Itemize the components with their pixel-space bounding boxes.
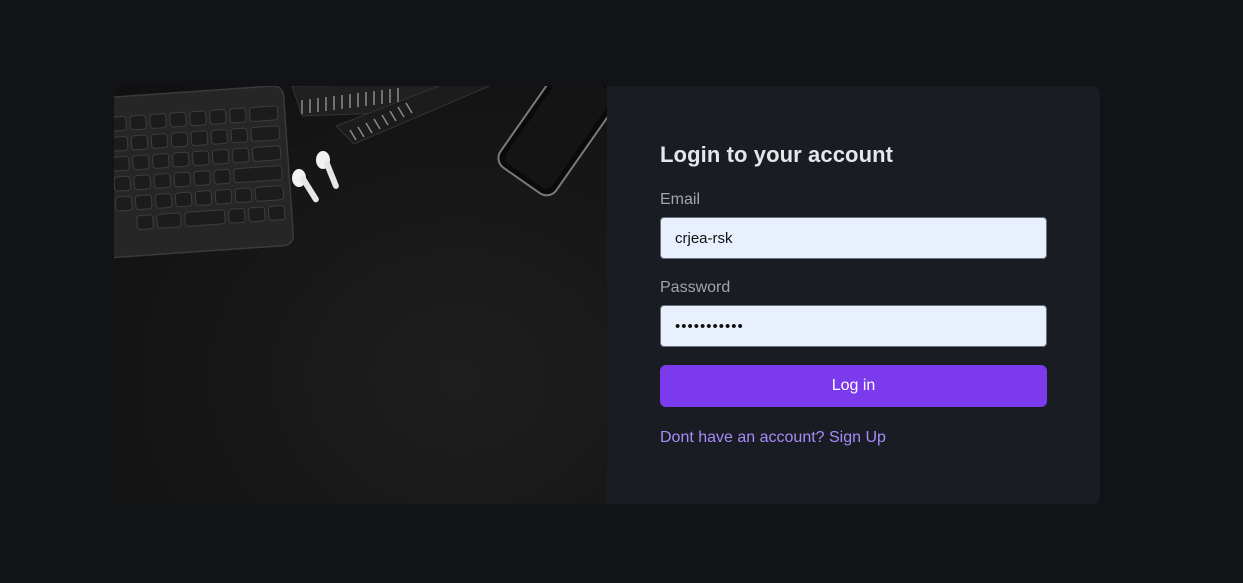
notebook-icon	[291, 86, 491, 145]
desk-photo-illustration	[114, 86, 607, 259]
signup-link[interactable]: Dont have an account? Sign Up	[660, 429, 886, 447]
password-field[interactable]	[660, 305, 1047, 347]
hero-image	[114, 86, 607, 504]
email-field[interactable]	[660, 217, 1047, 259]
keyboard-icon	[114, 86, 295, 259]
login-card: Login to your account Email Password Log…	[114, 86, 1100, 504]
smartphone-icon	[497, 86, 607, 197]
password-label: Password	[660, 279, 731, 296]
page-title: Login to your account	[660, 142, 894, 167]
earbuds-icon	[292, 151, 339, 203]
login-panel: Login to your account Email Password Log…	[607, 86, 1100, 504]
login-button[interactable]: Log in	[660, 365, 1047, 407]
email-label: Email	[660, 191, 701, 208]
